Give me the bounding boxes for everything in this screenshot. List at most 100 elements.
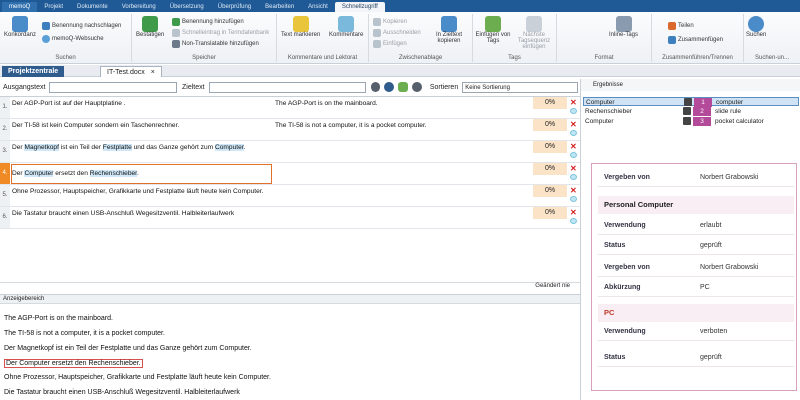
tab-projektzentrale[interactable]: Projektzentrale bbox=[2, 66, 65, 77]
match-percent: 0% bbox=[533, 119, 567, 131]
comment-icon[interactable] bbox=[570, 174, 577, 180]
source-cell[interactable]: Ohne Prozessor, Hauptspeicher, Grafikkar… bbox=[12, 188, 270, 197]
result-item[interactable]: Computer 3 pocket calculator bbox=[583, 117, 799, 126]
close-icon[interactable]: × bbox=[151, 69, 155, 76]
menu-bar: memoQ Projekt Dokumente Vorbereitung Übe… bbox=[0, 0, 800, 12]
source-cell[interactable]: Der TI-58 ist kein Computer sondern ein … bbox=[12, 122, 270, 131]
konkordanz-button[interactable]: Konkordanz bbox=[4, 16, 36, 38]
comment-icon[interactable] bbox=[570, 218, 577, 224]
inline-tags-button[interactable]: Inline-Tags bbox=[609, 16, 638, 38]
translation-grid: 1. Der AGP-Port ist auf der Hauptplatine… bbox=[0, 96, 580, 282]
non-translatable-icon bbox=[172, 40, 180, 48]
table-row[interactable]: 1. Der AGP-Port ist auf der Hauptplatine… bbox=[0, 97, 580, 119]
source-text: Der bbox=[12, 170, 25, 177]
table-row[interactable]: 5. Ohne Prozessor, Hauptspeicher, Grafik… bbox=[0, 185, 580, 207]
tab-ueberpruefung[interactable]: Überprüfung bbox=[211, 2, 258, 12]
gear-icon[interactable] bbox=[384, 82, 395, 92]
benennung-nachschlagen-button[interactable]: Benennung nachschlagen bbox=[42, 22, 121, 30]
group-tags: Einfügen von Tags Nächste Tagsequenz ein… bbox=[473, 14, 557, 62]
group-label-kommentare: Kommentare und Lektorat bbox=[287, 55, 358, 61]
magnifier-icon bbox=[748, 16, 765, 32]
sortieren-label: Sortieren bbox=[429, 83, 459, 91]
tab-bearbeiten[interactable]: Bearbeiten bbox=[258, 2, 301, 12]
comment-icon[interactable] bbox=[570, 196, 577, 202]
search-icon[interactable] bbox=[370, 82, 381, 92]
tab-memoq[interactable]: memoQ bbox=[2, 2, 38, 12]
filter-add-icon[interactable] bbox=[398, 82, 408, 92]
comment-icon[interactable] bbox=[570, 152, 577, 158]
term-highlight: Computer bbox=[24, 170, 54, 177]
filter-bar: Ausgangstext Zieltext Sortieren Keine So… bbox=[0, 79, 579, 95]
sort-select[interactable]: Keine Sortierung bbox=[462, 81, 579, 93]
in-zieltext-kopieren-button[interactable]: In Zieltext kopieren bbox=[429, 16, 469, 44]
suchen-button[interactable]: Suchen bbox=[746, 16, 766, 38]
tab-vorbereitung[interactable]: Vorbereitung bbox=[115, 2, 163, 12]
tab-ansicht[interactable]: Ansicht bbox=[301, 2, 335, 12]
result-item[interactable]: Rechenschieber 2 slide rule bbox=[583, 107, 799, 116]
close-icon[interactable]: ✕ bbox=[570, 164, 577, 173]
ausschneiden-button[interactable]: Ausschneiden bbox=[373, 29, 421, 37]
zieltext-label: Zieltext bbox=[182, 83, 205, 91]
benennung-hinzufuegen-button[interactable]: Benennung hinzufügen bbox=[172, 18, 244, 26]
group-label-zwischenablage: Zwischenablage bbox=[398, 55, 443, 61]
non-translatable-button[interactable]: Non-Translatable hinzufügen bbox=[172, 40, 259, 48]
close-icon[interactable]: ✕ bbox=[570, 120, 577, 129]
close-icon[interactable]: ✕ bbox=[570, 142, 577, 151]
close-icon[interactable]: ✕ bbox=[570, 208, 577, 217]
source-cell[interactable]: Die Tastatur braucht einen USB-Anschluß … bbox=[12, 210, 270, 219]
comment-icon[interactable] bbox=[570, 130, 577, 136]
result-number: 3 bbox=[693, 117, 711, 126]
group-label-suchen: Suchen bbox=[55, 55, 76, 61]
pane-title: Anzeigebereich bbox=[3, 296, 45, 302]
naechste-tagsequenz-button[interactable]: Nächste Tagsequenz einfügen bbox=[513, 16, 555, 50]
target-cell[interactable]: The AGP-Port is on the mainboard. bbox=[275, 100, 530, 109]
paste-icon bbox=[373, 40, 381, 48]
tab-projekt[interactable]: Projekt bbox=[37, 2, 70, 12]
lookup-icon bbox=[42, 22, 50, 30]
schnelleintrag-button[interactable]: Schnelleintrag in Termdatenbank bbox=[172, 29, 269, 37]
ausgangstext-input[interactable] bbox=[49, 81, 177, 93]
vergeben-von-row: Vergeben von Norbert Grabowski bbox=[598, 258, 794, 277]
table-row[interactable]: 6. Die Tastatur braucht einen USB-Anschl… bbox=[0, 207, 580, 229]
tab-dokumente[interactable]: Dokumente bbox=[70, 2, 115, 12]
table-row[interactable]: 3. Der Magnetkopf ist ein Teil der Festp… bbox=[0, 141, 580, 163]
field-value: erlaubt bbox=[700, 222, 722, 229]
vergeben-von-row: Vergeben von Norbert Grabowski bbox=[598, 168, 794, 187]
ribbon: Konkordanz Benennung nachschlagen memoQ-… bbox=[0, 12, 800, 64]
inline-tags-icon bbox=[615, 16, 632, 32]
table-row-current[interactable]: 4. Der Computer ersetzt den Rechenschieb… bbox=[0, 163, 580, 185]
result-translation: slide rule bbox=[715, 108, 742, 115]
match-percent: 0% bbox=[533, 97, 567, 109]
kommentare-button[interactable]: Kommentare bbox=[329, 16, 363, 38]
target-cell[interactable]: The TI-58 is not a computer, it is a poc… bbox=[275, 122, 530, 131]
verwendung-row: Verwendung erlaubt bbox=[598, 216, 794, 235]
kopieren-button[interactable]: Kopieren bbox=[373, 18, 407, 26]
tab-uebersetzung[interactable]: Übersetzung bbox=[163, 2, 211, 12]
teilen-button[interactable]: Teilen bbox=[668, 22, 694, 30]
websuche-button[interactable]: memoQ-Websuche bbox=[42, 35, 104, 43]
comment-icon[interactable] bbox=[570, 108, 577, 114]
source-cell[interactable]: Der Magnetkopf ist ein Teil der Festplat… bbox=[12, 144, 270, 153]
close-icon[interactable]: ✕ bbox=[570, 98, 577, 107]
field-value: geprüft bbox=[700, 354, 722, 361]
result-item[interactable]: Computer 1 computer bbox=[583, 97, 799, 107]
group-suchen: Konkordanz Benennung nachschlagen memoQ-… bbox=[0, 14, 132, 62]
source-cell[interactable]: Der Computer ersetzt den Rechenschieber. bbox=[12, 170, 270, 179]
zoom-icon[interactable] bbox=[412, 82, 422, 92]
bestaetigen-button[interactable]: Bestätigen bbox=[136, 16, 164, 38]
einfuegen-von-tags-button[interactable]: Einfügen von Tags bbox=[475, 16, 511, 44]
tab-it-test[interactable]: IT-Test.docx × bbox=[100, 66, 162, 77]
zusammenfuegen-button[interactable]: Zusammenfügen bbox=[668, 36, 723, 44]
results-header: Ergebnisse bbox=[581, 79, 800, 91]
zieltext-input[interactable] bbox=[208, 81, 366, 93]
group-label-suchen-un: Suchen-un... bbox=[754, 55, 790, 61]
tab-schnellzugriff[interactable]: Schnellzugriff bbox=[334, 2, 385, 12]
einfuegen-button[interactable]: Einfügen bbox=[373, 40, 407, 48]
next-tag-icon bbox=[526, 16, 542, 32]
table-row[interactable]: 2. Der TI-58 ist kein Computer sondern e… bbox=[0, 119, 580, 141]
close-icon[interactable]: ✕ bbox=[570, 186, 577, 195]
add-term-icon bbox=[172, 18, 180, 26]
source-cell[interactable]: Der AGP-Port ist auf der Hauptplatine . bbox=[12, 100, 270, 109]
ausgangstext-label: Ausgangstext bbox=[3, 83, 46, 91]
text-markieren-button[interactable]: Text markieren bbox=[281, 16, 320, 38]
